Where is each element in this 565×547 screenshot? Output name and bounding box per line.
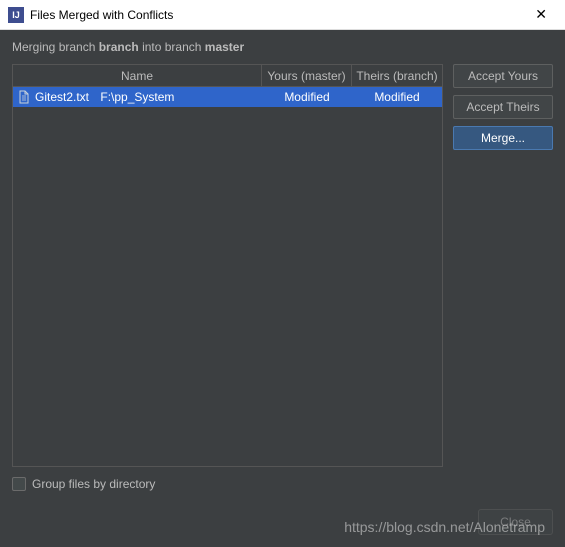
accept-yours-button[interactable]: Accept Yours <box>453 64 553 88</box>
cell-name: Gitest2.txt F:\pp_System <box>13 90 262 104</box>
app-icon: IJ <box>8 7 24 23</box>
window-title: Files Merged with Conflicts <box>30 8 525 22</box>
close-button[interactable]: Close <box>478 509 553 535</box>
action-buttons: Accept Yours Accept Theirs Merge... <box>453 64 553 467</box>
filename: Gitest2.txt <box>35 90 89 104</box>
main-area: Name Yours (master) Theirs (branch) Gite… <box>12 64 553 467</box>
close-icon[interactable]: ✕ <box>525 4 557 25</box>
file-icon <box>17 90 31 104</box>
group-by-directory-checkbox[interactable]: Group files by directory <box>12 477 155 491</box>
column-name[interactable]: Name <box>13 65 262 87</box>
bottom-bar: Close <box>12 509 553 535</box>
table-row[interactable]: Gitest2.txt F:\pp_System Modified Modifi… <box>13 87 442 107</box>
accept-theirs-button[interactable]: Accept Theirs <box>453 95 553 119</box>
dialog-content: Merging branch branch into branch master… <box>0 30 565 547</box>
footer: Group files by directory <box>12 477 553 491</box>
desc-prefix: Merging branch <box>12 40 99 54</box>
source-branch: branch <box>99 40 139 54</box>
merge-button[interactable]: Merge... <box>453 126 553 150</box>
column-theirs[interactable]: Theirs (branch) <box>352 65 442 87</box>
titlebar: IJ Files Merged with Conflicts ✕ <box>0 0 565 30</box>
checkbox-label: Group files by directory <box>32 477 155 491</box>
column-yours[interactable]: Yours (master) <box>262 65 352 87</box>
checkbox-icon <box>12 477 26 491</box>
table-header: Name Yours (master) Theirs (branch) <box>13 65 442 87</box>
conflicts-table: Name Yours (master) Theirs (branch) Gite… <box>12 64 443 467</box>
target-branch: master <box>205 40 244 54</box>
cell-yours: Modified <box>262 90 352 104</box>
table-body: Gitest2.txt F:\pp_System Modified Modifi… <box>13 87 442 466</box>
desc-middle: into branch <box>139 40 205 54</box>
merge-description: Merging branch branch into branch master <box>12 40 553 54</box>
filepath: F:\pp_System <box>100 90 174 104</box>
cell-theirs: Modified <box>352 90 442 104</box>
